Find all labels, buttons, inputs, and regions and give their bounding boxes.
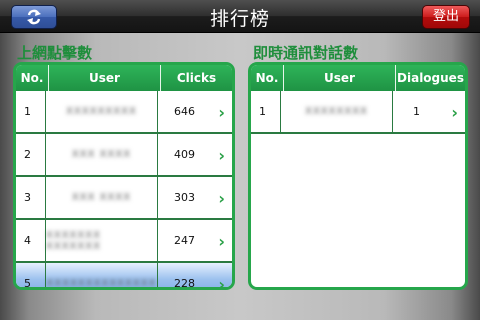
row-user: XXXXXXXX	[305, 106, 368, 117]
table-row[interactable]: 1 XXXXXXXXX 646 ›	[16, 91, 232, 134]
row-clicks: 228	[174, 277, 195, 290]
chevron-right-icon[interactable]: ›	[218, 232, 225, 251]
dialogues-table: No. User Dialogues 1 XXXXXXXX 1 ›	[248, 62, 468, 290]
row-rank: 1	[16, 91, 46, 132]
logout-button[interactable]: 登出	[422, 5, 470, 29]
column-header-no: No.	[251, 65, 284, 91]
chevron-right-icon[interactable]: ›	[218, 103, 225, 122]
chevron-right-icon[interactable]: ›	[218, 146, 225, 165]
row-clicks: 646	[174, 105, 195, 118]
row-rank: 3	[16, 177, 46, 218]
table-row[interactable]: 3 XXX XXXX 303 ›	[16, 177, 232, 220]
column-header-dialogues: Dialogues	[397, 71, 464, 85]
dialogues-table-header: No. User Dialogues	[251, 65, 465, 91]
column-header-no: No.	[16, 65, 49, 91]
table-row[interactable]: 4 XXXXXXX XXXXXXX 247 ›	[16, 220, 232, 263]
clicks-table: No. User Clicks 1 XXXXXXXXX 646 › 2 XXX X…	[13, 62, 235, 290]
column-header-user: User	[49, 65, 161, 91]
navigation-bar: 排行榜 登出	[0, 0, 480, 33]
row-rank: 4	[16, 220, 46, 261]
row-user: XXXXXXXXXXXXXX	[46, 278, 157, 289]
page-title: 排行榜	[209, 8, 270, 30]
row-clicks: 247	[174, 234, 195, 247]
dialogues-section-title: 即時通訊對話數	[253, 44, 359, 62]
row-rank: 1	[251, 91, 281, 132]
clicks-section-title: 上網點擊數	[17, 44, 93, 62]
row-rank: 5	[16, 263, 46, 287]
column-header-clicks: Clicks	[176, 71, 217, 85]
row-clicks: 303	[174, 191, 195, 204]
row-dialogues: 1	[413, 105, 420, 118]
row-clicks: 409	[174, 148, 195, 161]
clicks-table-header: No. User Clicks	[16, 65, 232, 91]
chevron-right-icon[interactable]: ›	[451, 103, 458, 122]
chevron-right-icon[interactable]: ›	[218, 189, 225, 208]
column-header-user: User	[284, 65, 396, 91]
table-row-selected[interactable]: 5 XXXXXXXXXXXXXX 228 ›	[16, 263, 232, 290]
row-rank: 2	[16, 134, 46, 175]
table-row[interactable]: 1 XXXXXXXX 1 ›	[251, 91, 465, 134]
row-user: XXX XXXX	[71, 192, 132, 203]
row-user: XXXXXXXXX	[66, 106, 137, 117]
chevron-right-icon[interactable]: ›	[218, 275, 225, 287]
table-row[interactable]: 2 XXX XXXX 409 ›	[16, 134, 232, 177]
row-user: XXXXXXX XXXXXXX	[46, 229, 101, 252]
row-user: XXX XXXX	[71, 149, 132, 160]
